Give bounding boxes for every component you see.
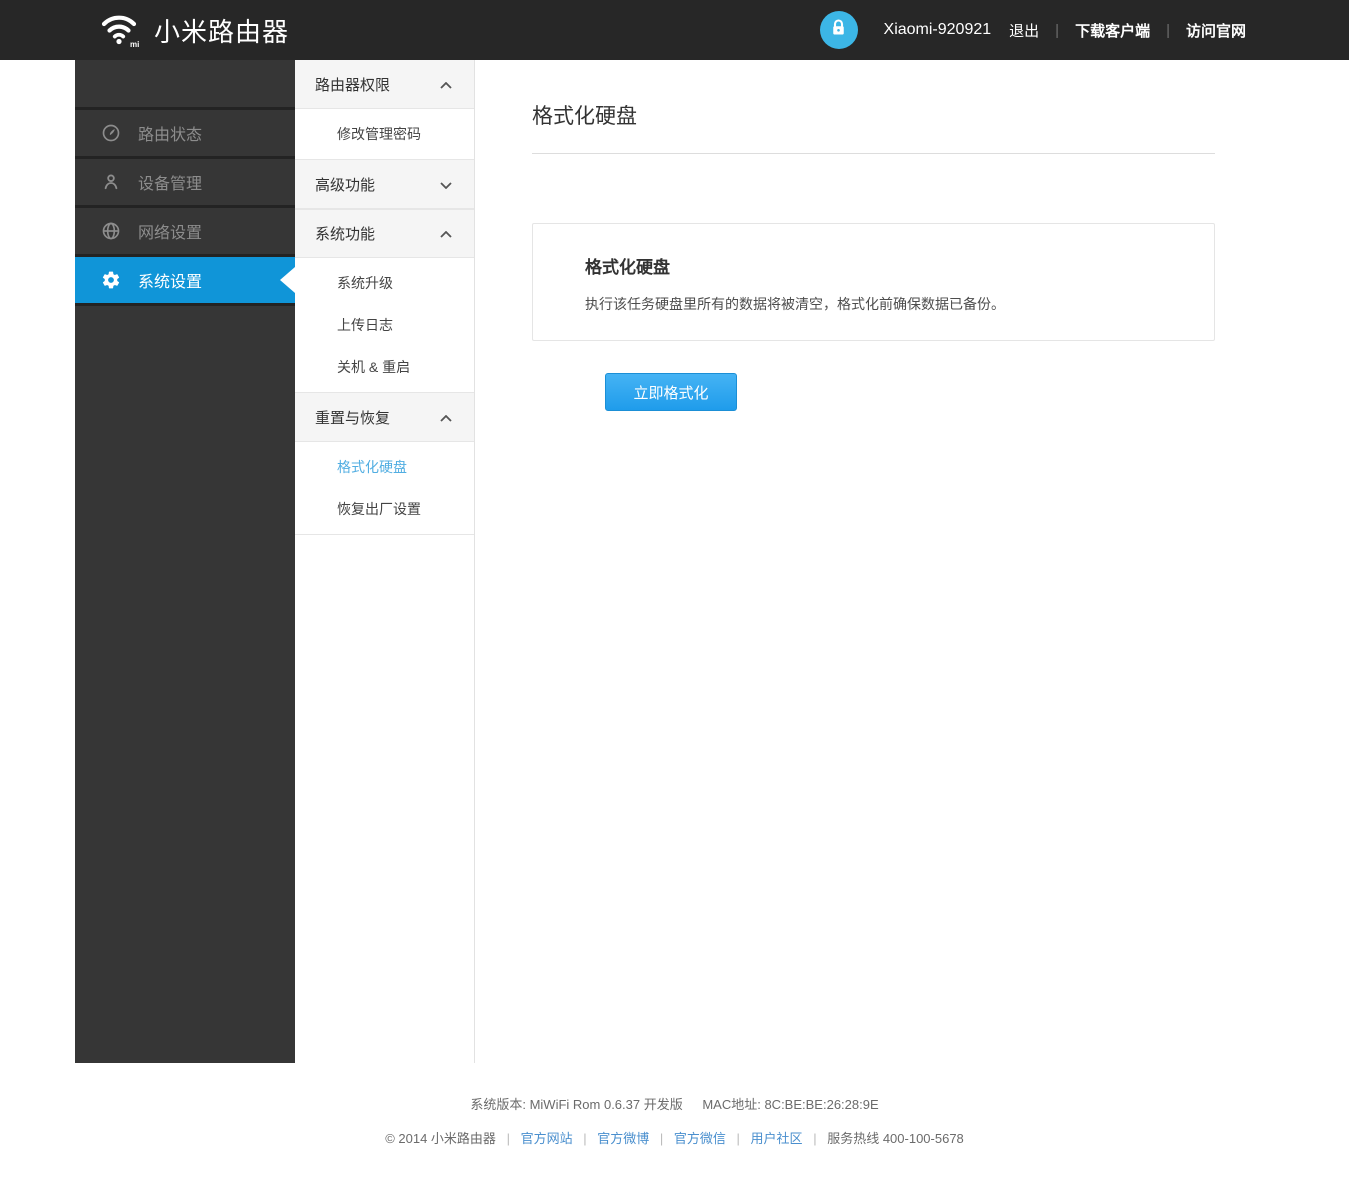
subnav-group-label: 重置与恢复 [315,407,390,428]
format-now-button[interactable]: 立即格式化 [605,373,737,411]
subnav-item-factory-reset[interactable]: 恢复出厂设置 [295,488,474,530]
subnav-group-advanced-functions[interactable]: 高级功能 [295,160,474,209]
sidebar-spacer [75,60,295,110]
header-divider: | [1055,22,1059,39]
subnav-group-label: 高级功能 [315,174,375,195]
wifi-mi-icon: mi [97,7,141,54]
subnav-group-list: 系统升级 上传日志 关机 & 重启 [295,258,474,393]
main-content: 格式化硬盘 格式化硬盘 执行该任务硬盘里所有的数据将被清空，格式化前确保数据已备… [532,60,1215,411]
chevron-up-icon [440,76,452,93]
download-client-link[interactable]: 下载客户端 [1075,20,1150,41]
avatar[interactable] [820,11,858,49]
subnav-group-label: 路由器权限 [315,74,390,95]
subnav-group-system-functions[interactable]: 系统功能 [295,209,474,258]
sidebar-item-label: 网络设置 [138,219,202,243]
brand: mi 小米路由器 [97,0,289,60]
footer-divider: | [813,1131,816,1146]
system-version: 系统版本: MiWiFi Rom 0.6.37 开发版 [470,1097,682,1112]
subnav-item-shutdown-restart[interactable]: 关机 & 重启 [295,346,474,388]
lock-icon [828,17,849,43]
card-description: 执行该任务硬盘里所有的数据将被清空，格式化前确保数据已备份。 [585,294,1184,314]
top-header: mi 小米路由器 Xiaomi-920921 退出 | 下载客户端 | 访问官 [0,0,1349,60]
sub-navigation: 路由器权限 修改管理密码 高级功能 系统功能 系统升级 上传日志 关机 & 重启 [295,60,475,1063]
mac-address: MAC地址: 8C:BE:BE:26:28:9E [702,1097,878,1112]
logout-link[interactable]: 退出 [1009,20,1039,41]
card-title: 格式化硬盘 [585,253,1184,278]
visit-site-link[interactable]: 访问官网 [1186,20,1246,41]
globe-icon [101,221,121,241]
page-title: 格式化硬盘 [532,100,1215,154]
subnav-group-label: 系统功能 [315,223,375,244]
sidebar-item-device-management[interactable]: 设备管理 [75,159,295,208]
footer-link-community[interactable]: 用户社区 [751,1131,803,1146]
subnav-group-reset-restore[interactable]: 重置与恢复 [295,393,474,442]
subnav-group-list: 格式化硬盘 恢复出厂设置 [295,442,474,535]
chevron-up-icon [440,409,452,426]
chevron-up-icon [440,225,452,242]
sidebar-item-router-status[interactable]: 路由状态 [75,110,295,159]
service-hotline: 服务热线 400-100-5678 [827,1131,964,1146]
subnav-item-upload-logs[interactable]: 上传日志 [295,304,474,346]
gauge-icon [101,123,121,143]
subnav-item-change-admin-password[interactable]: 修改管理密码 [295,113,474,155]
footer-divider: | [660,1131,663,1146]
format-disk-card: 格式化硬盘 执行该任务硬盘里所有的数据将被清空，格式化前确保数据已备份。 [532,223,1215,341]
connected-ssid: Xiaomi-920921 [884,21,992,39]
footer-divider: | [583,1131,586,1146]
active-item-notch [280,267,295,293]
person-icon [101,172,121,192]
subnav-item-format-disk[interactable]: 格式化硬盘 [295,446,474,488]
subnav-group-list: 修改管理密码 [295,109,474,160]
main-sidebar: 路由状态 设备管理 网络设置 [75,60,295,1063]
footer-system-info: 系统版本: MiWiFi Rom 0.6.37 开发版 MAC地址: 8C:BE… [0,1094,1349,1113]
footer-divider: | [737,1131,740,1146]
header-divider: | [1166,22,1170,39]
gear-icon [101,270,121,290]
footer-link-weibo[interactable]: 官方微博 [597,1131,649,1146]
footer-divider: | [507,1131,510,1146]
chevron-down-icon [440,176,452,193]
brand-title: 小米路由器 [154,12,289,49]
header-right: Xiaomi-920921 退出 | 下载客户端 | 访问官网 [820,0,1246,60]
footer-link-official-site[interactable]: 官方网站 [521,1131,573,1146]
copyright: © 2014 小米路由器 [385,1131,496,1146]
router-admin-page: mi 小米路由器 Xiaomi-920921 退出 | 下载客户端 | 访问官 [0,0,1349,1183]
sidebar-item-label: 路由状态 [138,121,202,145]
sidebar-item-label: 系统设置 [138,268,202,292]
svg-text:mi: mi [130,40,139,49]
sidebar-item-label: 设备管理 [138,170,202,194]
sidebar-item-system-settings[interactable]: 系统设置 [75,257,295,306]
footer-links-row: © 2014 小米路由器 | 官方网站 | 官方微博 | 官方微信 | 用户社区… [0,1128,1349,1147]
page-footer: 系统版本: MiWiFi Rom 0.6.37 开发版 MAC地址: 8C:BE… [0,1094,1349,1147]
sidebar-item-network-settings[interactable]: 网络设置 [75,208,295,257]
footer-link-wechat[interactable]: 官方微信 [674,1131,726,1146]
subnav-item-system-upgrade[interactable]: 系统升级 [295,262,474,304]
subnav-group-router-permissions[interactable]: 路由器权限 [295,60,474,109]
